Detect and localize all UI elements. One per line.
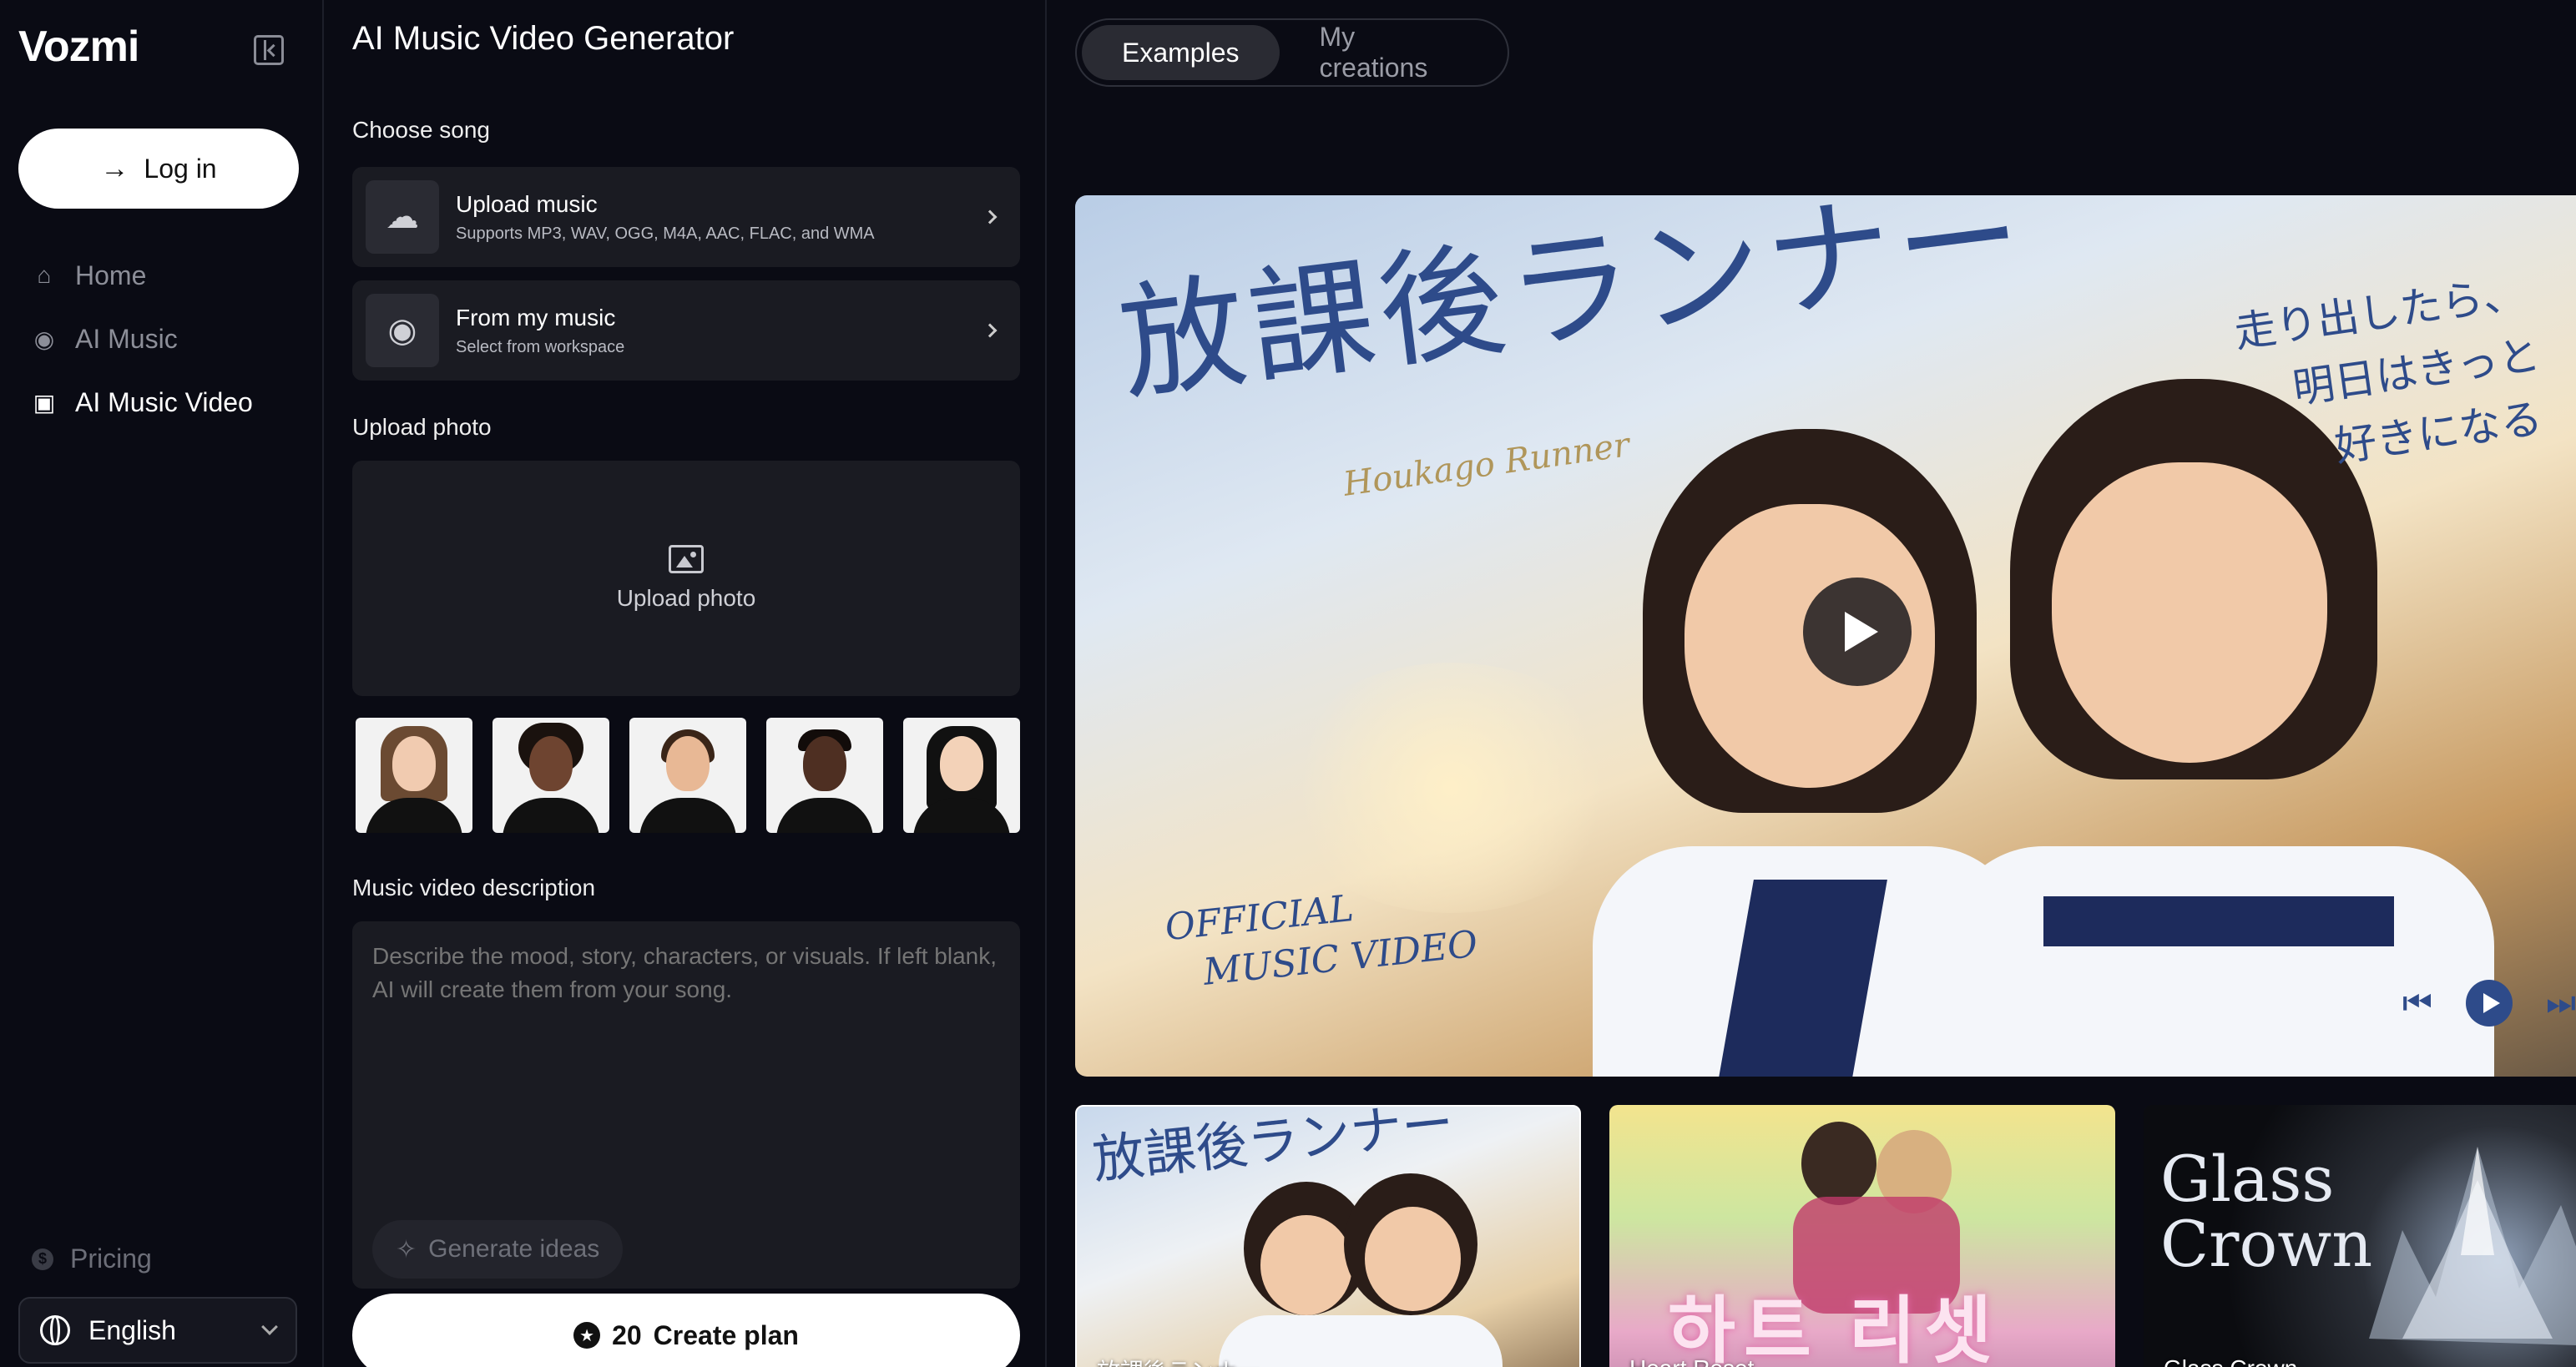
generator-panel: AI Music Video Generator Choose song ☁ U… (326, 0, 1047, 1367)
play-icon (2466, 980, 2513, 1027)
avatar[interactable] (629, 718, 746, 833)
video-icon: ▣ (33, 389, 56, 416)
thumbnail-card[interactable]: Glass Crown Glass Crown (2144, 1105, 2576, 1367)
sidebar-item-ai-music-video[interactable]: ▣ AI Music Video (18, 371, 302, 434)
hero-official-badge: OFFICIAL MUSIC VIDEO (1163, 872, 1480, 1001)
sidebar-item-label: Home (75, 260, 147, 290)
hero-player-controls: ⏮ ⏭ (2402, 980, 2576, 1027)
avatar[interactable] (356, 718, 472, 833)
choose-song-label: Choose song (352, 117, 491, 143)
example-thumbnails: 放課後ランナー 放課後ランナー 하트 리셋 Heart Reset Glass … (1075, 1105, 2576, 1367)
sidebar-item-label: AI Music Video (75, 386, 253, 417)
preset-avatars (356, 718, 1020, 833)
arrow-right-icon: → (100, 152, 129, 184)
upload-music-button[interactable]: ☁ Upload music Supports MP3, WAV, OGG, M… (352, 167, 1020, 267)
thumbnail-art-line: Glass (2160, 1142, 2335, 1216)
hero-video-preview[interactable]: 放課後ランナー Houkago Runner 走り出したら、 明日はきっと 好き… (1075, 195, 2576, 1077)
skip-forward-icon: ⏭ (2546, 984, 2576, 1021)
globe-icon (40, 1315, 70, 1345)
thumbnail-title: Glass Crown (2164, 1355, 2297, 1367)
generate-ideas-button[interactable]: ✧ Generate ideas (372, 1220, 624, 1279)
thumbnail-art-text: Glass Crown (2160, 1147, 2372, 1277)
description-label: Music video description (352, 875, 596, 900)
avatar[interactable] (492, 718, 609, 833)
generate-ideas-label: Generate ideas (428, 1235, 600, 1263)
magic-wand-icon: ✧ (396, 1235, 417, 1264)
chevron-right-icon (982, 209, 998, 224)
sidebar: Vozmi → Log in ⌂ Home ◉ AI Music ▣ AI Mu… (0, 0, 324, 1367)
upload-music-title: Upload music (456, 190, 598, 217)
music-disc-icon: ◉ (33, 325, 55, 352)
sidebar-item-label: AI Music (75, 323, 178, 354)
crown-icon (2369, 1147, 2576, 1345)
hero-title-jp: 放課後ランナー (1112, 195, 2035, 419)
upload-photo-dropzone[interactable]: Upload photo (352, 461, 1020, 696)
sidebar-item-home[interactable]: ⌂ Home (18, 244, 302, 307)
login-button[interactable]: → Log in (18, 129, 299, 209)
music-disc-icon: ◉ (366, 294, 439, 367)
tab-examples[interactable]: Examples (1082, 25, 1280, 80)
login-label: Log in (144, 153, 217, 184)
play-button[interactable] (1803, 578, 1912, 686)
tab-my-creations[interactable]: My creations (1280, 22, 1503, 83)
brand-logo[interactable]: Vozmi (18, 22, 139, 72)
coin-icon: $ (32, 1248, 53, 1270)
sidebar-item-ai-music[interactable]: ◉ AI Music (18, 307, 302, 371)
from-my-music-subtitle: Select from workspace (456, 337, 625, 356)
avatar[interactable] (903, 718, 1020, 833)
page-title: AI Music Video Generator (352, 20, 735, 57)
sidebar-nav: ⌂ Home ◉ AI Music ▣ AI Music Video (18, 244, 302, 434)
language-value: English (88, 1314, 176, 1345)
upload-photo-label: Upload photo (352, 414, 492, 440)
upload-photo-button-label: Upload photo (616, 585, 756, 611)
chevron-down-icon (261, 1319, 278, 1335)
pricing-label: Pricing (70, 1243, 152, 1274)
sidebar-item-pricing[interactable]: $ Pricing (32, 1243, 152, 1274)
thumbnail-title: 放課後ランナー (1097, 1354, 1260, 1367)
thumbnail-card[interactable]: 하트 리셋 Heart Reset (1609, 1105, 2115, 1367)
image-icon (669, 545, 704, 573)
collapse-sidebar-icon[interactable] (254, 35, 284, 65)
thumbnail-title: Heart Reset (1629, 1355, 1754, 1367)
skip-back-icon: ⏮ (2402, 984, 2432, 1021)
home-icon: ⌂ (37, 262, 52, 288)
gallery-tabs: Examples My creations (1075, 18, 1509, 87)
chevron-right-icon (982, 323, 998, 338)
upload-music-subtitle: Supports MP3, WAV, OGG, M4A, AAC, FLAC, … (456, 224, 875, 243)
thumbnail-art-text: 하트 리셋 (1668, 1289, 2001, 1367)
create-plan-button[interactable]: ★ 20 Create plan (352, 1294, 1020, 1367)
thumbnail-card[interactable]: 放課後ランナー 放課後ランナー (1075, 1105, 1581, 1367)
create-plan-label: Create plan (653, 1319, 799, 1350)
hero-figure-right (1910, 379, 2544, 1077)
language-select[interactable]: English (18, 1297, 297, 1364)
avatar[interactable] (766, 718, 883, 833)
star-icon: ★ (573, 1322, 601, 1349)
create-plan-cost: 20 (612, 1319, 642, 1350)
cloud-upload-icon: ☁ (366, 180, 439, 254)
from-my-music-button[interactable]: ◉ From my music Select from workspace (352, 280, 1020, 381)
from-my-music-title: From my music (456, 304, 616, 330)
thumbnail-art-line: Crown (2160, 1207, 2373, 1281)
